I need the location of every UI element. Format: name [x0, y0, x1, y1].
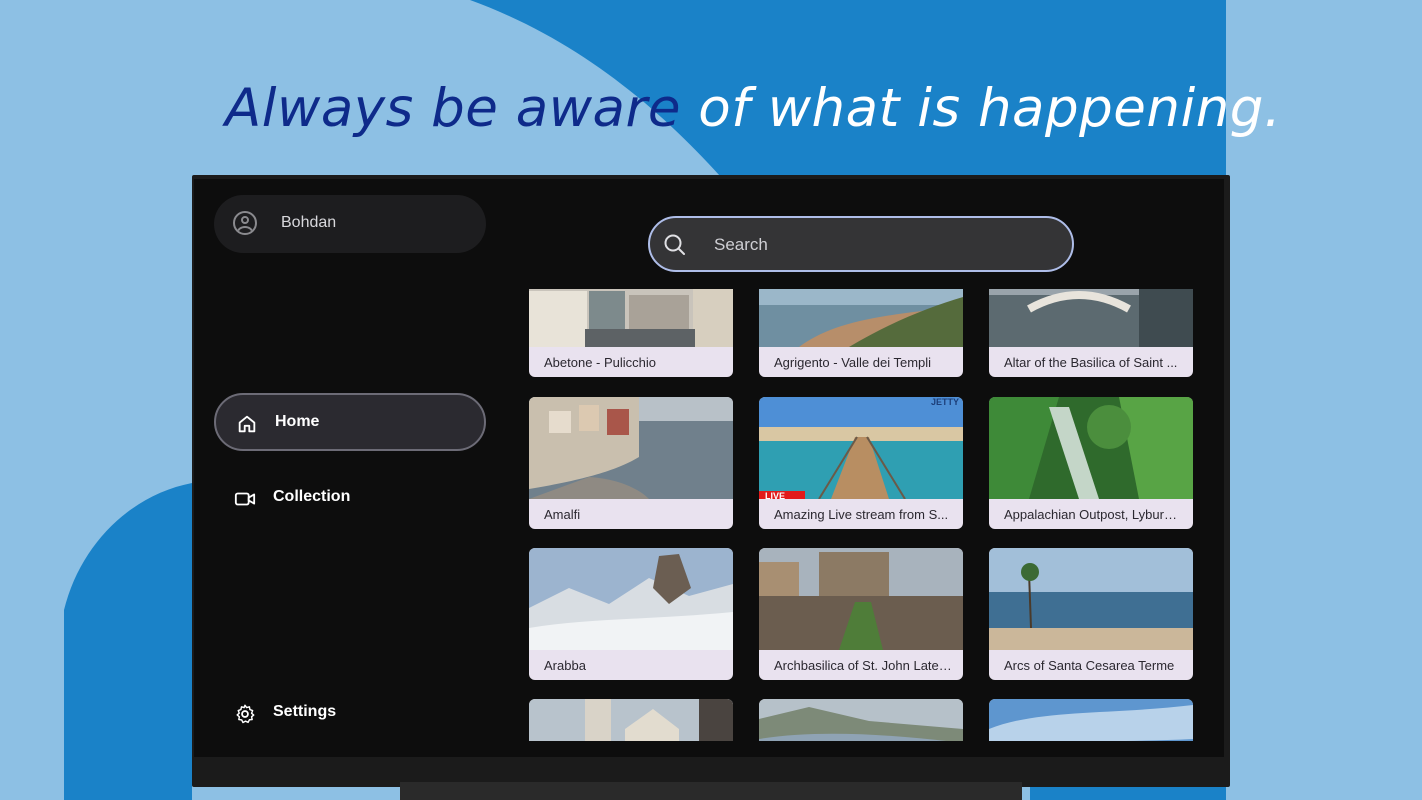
home-icon — [238, 415, 256, 433]
camera-card[interactable] — [989, 699, 1193, 741]
camera-card[interactable]: Amalfi — [529, 397, 733, 529]
nav-label-settings: Settings — [273, 703, 337, 720]
card-title: Amalfi — [544, 507, 581, 522]
card-title: Altar of the Basilica of Saint ... — [1004, 355, 1178, 370]
live-badge: LIVE — [759, 491, 805, 499]
camera-card[interactable]: JETTY LIVE Amazing Live stream from S... — [759, 397, 963, 529]
video-camera-icon — [234, 492, 256, 506]
nav-item-settings[interactable]: Settings — [214, 685, 486, 743]
card-thumbnail — [529, 548, 733, 650]
camera-card[interactable]: Appalachian Outpost, Lyburn,... — [989, 397, 1193, 529]
camera-card[interactable]: Arcs of Santa Cesarea Terme — [989, 548, 1193, 680]
card-title: Arabba — [544, 658, 586, 673]
camera-card[interactable]: Archbasilica of St. John Later... — [759, 548, 963, 680]
account-circle-icon — [233, 211, 257, 235]
camera-card[interactable]: Abetone - Pulicchio — [529, 289, 733, 377]
card-title: Arcs of Santa Cesarea Terme — [1004, 658, 1175, 673]
card-thumbnail — [759, 699, 963, 741]
card-thumbnail: JETTY LIVE — [759, 397, 963, 499]
card-title: Amazing Live stream from S... — [774, 507, 949, 522]
nav-item-collection[interactable]: Collection — [214, 470, 486, 528]
headline: Always be aware of what is happening. — [225, 78, 1281, 139]
camera-card[interactable]: Arabba — [529, 548, 733, 680]
headline-dark-part: Always be aware — [225, 78, 699, 139]
card-thumbnail — [529, 397, 733, 499]
card-thumbnail — [529, 699, 733, 741]
card-title: Abetone - Pulicchio — [544, 355, 657, 370]
card-thumbnail — [989, 699, 1193, 741]
card-thumbnail — [989, 548, 1193, 650]
search-icon — [664, 234, 685, 255]
jetty-logo: JETTY — [930, 397, 959, 407]
nav-label-collection: Collection — [273, 488, 351, 505]
card-title: Appalachian Outpost, Lyburn,... — [1004, 507, 1182, 522]
tv-screen: Bohdan Home Collection Settings Search A… — [194, 179, 1224, 757]
camera-card[interactable]: Altar of the Basilica of Saint ... — [989, 289, 1193, 377]
card-thumbnail — [529, 289, 733, 347]
camera-card[interactable]: Agrigento - Valle dei Templi — [759, 289, 963, 377]
headline-light-part: of what is happening. — [698, 78, 1282, 139]
tv-stand — [400, 782, 1022, 800]
camera-card[interactable] — [529, 699, 733, 741]
profile-button[interactable]: Bohdan — [214, 195, 486, 253]
search-bar[interactable] — [648, 216, 1074, 272]
card-thumbnail — [759, 548, 963, 650]
card-title: Agrigento - Valle dei Templi — [774, 355, 932, 370]
card-thumbnail — [989, 397, 1193, 499]
card-title: Archbasilica of St. John Later... — [774, 658, 952, 673]
profile-name: Bohdan — [281, 214, 337, 231]
camera-card[interactable] — [759, 699, 963, 741]
nav-label-home: Home — [275, 413, 320, 430]
gear-icon — [236, 704, 255, 724]
card-thumbnail — [989, 289, 1193, 347]
card-thumbnail — [759, 289, 963, 347]
nav-item-home[interactable]: Home — [214, 393, 486, 451]
search-input[interactable] — [714, 232, 1034, 258]
camera-grid: Abetone - Pulicchio Agrigento - Valle de… — [528, 289, 1198, 741]
